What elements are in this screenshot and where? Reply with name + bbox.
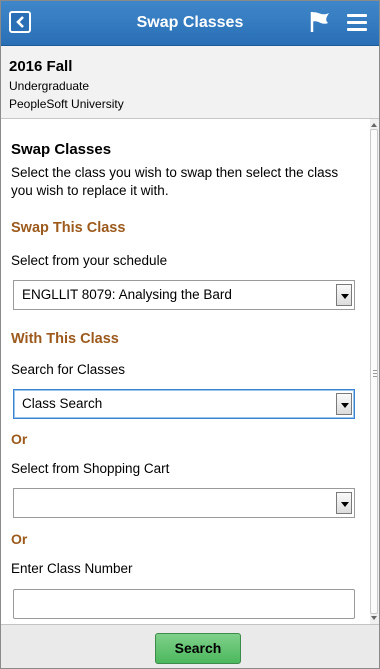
with-section-title: With This Class (11, 331, 119, 347)
career-label: Undergraduate (9, 79, 90, 93)
schedule-select[interactable]: ENGLLIT 8079: Analysing the Bard (13, 280, 355, 310)
scrollbar[interactable] (370, 119, 379, 624)
swap-form: Swap Classes Select the class you wish t… (1, 119, 369, 624)
footer-bar: Search (1, 624, 379, 668)
class-search-select-value: Class Search (22, 396, 103, 411)
or-divider: Or (11, 531, 28, 547)
class-number-label: Enter Class Number (11, 561, 133, 576)
header-bar: Swap Classes (1, 1, 379, 46)
class-search-select[interactable]: Class Search (13, 389, 355, 419)
menu-icon[interactable] (347, 14, 367, 35)
search-button[interactable]: Search (155, 633, 241, 664)
term-label: 2016 Fall (9, 58, 73, 75)
scroll-down-icon[interactable] (371, 616, 377, 620)
chevron-down-icon[interactable] (336, 284, 352, 306)
chevron-down-icon[interactable] (336, 393, 352, 415)
flag-icon[interactable] (309, 10, 331, 39)
instructions-text: Select the class you wish to swap then s… (11, 165, 339, 198)
scrollbar-thumb[interactable] (370, 129, 378, 614)
scroll-up-icon[interactable] (371, 123, 377, 127)
shopping-cart-select[interactable] (13, 488, 355, 518)
shopping-cart-label: Select from Shopping Cart (11, 461, 170, 476)
or-divider: Or (11, 431, 28, 447)
swap-section-title: Swap This Class (11, 220, 126, 236)
term-context: 2016 Fall Undergraduate PeopleSoft Unive… (1, 46, 379, 119)
app-frame: Swap Classes 2016 Fall Undergraduate Peo… (0, 0, 380, 669)
chevron-down-icon[interactable] (336, 492, 352, 514)
class-number-input[interactable] (13, 589, 355, 619)
schedule-select-value: ENGLLIT 8079: Analysing the Bard (22, 287, 232, 302)
schedule-label: Select from your schedule (11, 253, 168, 268)
form-heading: Swap Classes (11, 141, 112, 158)
search-classes-label: Search for Classes (11, 362, 126, 377)
institution-label: PeopleSoft University (9, 97, 124, 111)
